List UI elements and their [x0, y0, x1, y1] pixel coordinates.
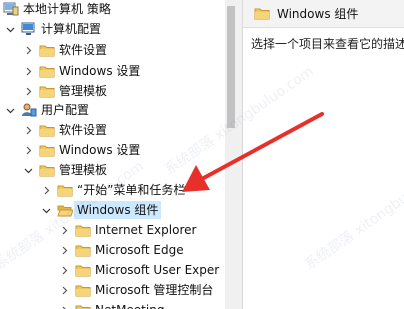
tree-item-label: 计算机配置 [41, 22, 102, 36]
folder-icon [74, 282, 92, 298]
tree-item-netmeeting[interactable]: NetMeeting [58, 300, 167, 309]
tree-item-label: 本地计算机 策略 [23, 2, 111, 16]
detail-header: Windows 组件 [243, 0, 404, 28]
computer-config-icon [20, 21, 38, 37]
tree-item-label: Microsoft User Exper [95, 263, 220, 277]
folder-open-icon [56, 202, 74, 218]
chevron-right-icon[interactable] [22, 124, 34, 136]
tree-item-label: NetMeeting [92, 301, 167, 309]
tree-item-local-computer-policy[interactable]: 本地计算机 策略 [2, 0, 114, 19]
chevron-right-icon[interactable] [58, 304, 70, 309]
chevron-down-icon[interactable] [4, 104, 16, 116]
chevron-right-icon[interactable] [22, 144, 34, 156]
chevron-right-icon[interactable] [58, 244, 70, 256]
folder-icon [38, 63, 56, 79]
folder-icon [56, 182, 74, 198]
tree-item-label: 用户配置 [41, 103, 90, 117]
user-config-icon [20, 102, 38, 118]
tree-item-microsoft-user-experience[interactable]: Microsoft User Exper [58, 260, 222, 280]
chevron-down-icon[interactable] [40, 204, 52, 216]
chevron-right-icon[interactable] [58, 224, 70, 236]
tree-item-computer-config[interactable]: 计算机配置 [4, 19, 104, 39]
folder-icon [38, 42, 56, 58]
tree-item-label: Microsoft Edge [95, 243, 184, 257]
chevron-right-icon[interactable] [22, 85, 34, 97]
folder-icon [74, 242, 92, 258]
detail-pane: Windows 组件 选择一个项目来查看它的描述 [243, 0, 404, 309]
tree-item-label: “开始”菜单和任务栏 [77, 183, 186, 197]
tree-item-label: Windows 设置 [59, 64, 141, 78]
tree-item-computer-windows-settings[interactable]: Windows 设置 [22, 61, 143, 81]
detail-description: 选择一个项目来查看它的描述 [251, 37, 404, 51]
tree-item-label: 软件设置 [59, 123, 108, 137]
tree-item-label: Windows 设置 [59, 143, 141, 157]
folder-icon [38, 162, 56, 178]
scrollbar-thumb[interactable] [227, 6, 235, 128]
tree-item-label: 管理模板 [59, 84, 108, 98]
tree-item-computer-software-settings[interactable]: 软件设置 [22, 40, 110, 60]
tree-item-start-menu-taskbar[interactable]: “开始”菜单和任务栏 [40, 180, 188, 200]
tree-item-internet-explorer[interactable]: Internet Explorer [58, 220, 199, 240]
chevron-down-icon[interactable] [4, 23, 16, 35]
chevron-right-icon[interactable] [58, 284, 70, 296]
folder-icon [253, 6, 271, 22]
chevron-right-icon[interactable] [40, 184, 52, 196]
chevron-down-icon[interactable] [22, 164, 34, 176]
tree-item-user-software-settings[interactable]: 软件设置 [22, 120, 110, 140]
detail-title: Windows 组件 [277, 7, 359, 21]
tree-item-label: 软件设置 [59, 43, 108, 57]
tree-item-label: 管理模板 [59, 163, 108, 177]
tree-item-microsoft-mmc[interactable]: Microsoft 管理控制台 [58, 280, 216, 300]
tree-item-user-config[interactable]: 用户配置 [4, 100, 92, 120]
tree-item-label: Microsoft 管理控制台 [95, 283, 214, 297]
tree-item-user-windows-settings[interactable]: Windows 设置 [22, 140, 143, 160]
folder-icon [74, 262, 92, 278]
tree-item-label: Internet Explorer [95, 223, 197, 237]
folder-icon [38, 122, 56, 138]
tree-item-label: Windows 组件 [74, 201, 162, 219]
folder-icon [38, 142, 56, 158]
tree-item-windows-components[interactable]: Windows 组件 [40, 200, 162, 220]
policy-computer-icon [2, 1, 20, 17]
tree-vertical-scrollbar[interactable] [225, 0, 237, 309]
tree-item-computer-admin-templates[interactable]: 管理模板 [22, 81, 110, 101]
folder-icon [74, 302, 92, 309]
chevron-right-icon[interactable] [58, 264, 70, 276]
folder-icon [74, 222, 92, 238]
chevron-right-icon[interactable] [22, 44, 34, 56]
tree-pane[interactable]: 本地计算机 策略 计算机配置 软件设置 Windows 设置 管理模板 用户配置… [0, 0, 241, 309]
chevron-right-icon[interactable] [22, 65, 34, 77]
tree-item-microsoft-edge[interactable]: Microsoft Edge [58, 240, 187, 260]
tree-item-user-admin-templates[interactable]: 管理模板 [22, 160, 110, 180]
folder-icon [38, 83, 56, 99]
